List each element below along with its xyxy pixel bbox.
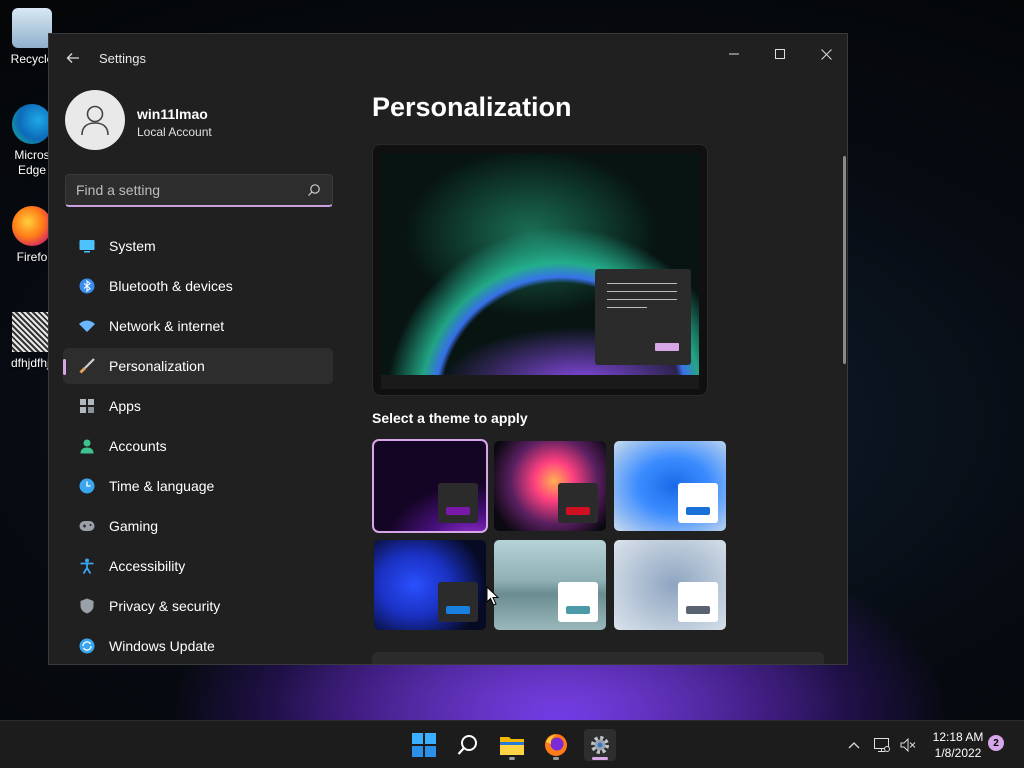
brush-icon (79, 358, 95, 374)
minimize-button[interactable] (711, 38, 757, 70)
taskbar-clock[interactable]: 12:18 AM 1/8/2022 (932, 729, 984, 761)
sidebar-item-label: Gaming (109, 518, 159, 534)
firefox-icon (545, 734, 567, 756)
network-tray-button[interactable] (874, 737, 890, 753)
gamepad-icon (79, 521, 95, 531)
sidebar-item-gaming[interactable]: Gaming (63, 508, 333, 544)
sidebar-item-label: Windows Update (109, 638, 215, 654)
theme-preview (372, 144, 708, 396)
theme-tile-bloom-light[interactable] (614, 441, 726, 531)
taskbar-settings[interactable] (584, 729, 616, 761)
sidebar-item-label: Network & internet (109, 318, 225, 334)
theme-color-chip (558, 582, 598, 622)
theme-color-chip (438, 582, 478, 622)
person-icon (80, 439, 94, 454)
sidebar-item-label: Bluetooth & devices (109, 278, 233, 294)
theme-color-chip (678, 483, 718, 523)
avatar (65, 90, 125, 150)
sidebar-item-accounts[interactable]: Accounts (63, 428, 333, 464)
back-arrow-icon (66, 53, 79, 63)
preview-accent-button (655, 343, 679, 351)
maximize-icon (775, 49, 785, 59)
page-title: Personalization (372, 92, 572, 122)
window-title: Settings (99, 51, 146, 66)
preview-taskbar (381, 375, 699, 389)
chevron-up-icon (848, 742, 860, 749)
search-icon (308, 184, 320, 196)
back-button[interactable] (61, 46, 85, 70)
sidebar-item-label: Accounts (109, 438, 167, 454)
person-avatar-icon (81, 105, 109, 136)
settings-gear-icon (591, 736, 609, 754)
sidebar-nav: System Bluetooth & devices Network & int… (63, 228, 333, 664)
sidebar-item-label: Apps (109, 398, 141, 414)
sidebar-item-label: Privacy & security (109, 598, 221, 614)
preview-window (595, 269, 691, 365)
sidebar-item-label: System (109, 238, 156, 254)
sidebar-item-windows-update[interactable]: Windows Update (63, 628, 333, 664)
search-icon (457, 735, 477, 755)
search-input[interactable] (65, 174, 333, 207)
sidebar-item-network[interactable]: Network & internet (63, 308, 333, 344)
start-button[interactable] (408, 729, 440, 761)
user-profile[interactable]: win11lmao Local Account (65, 90, 335, 154)
settings-window: Settings win11lmao Local Account System … (48, 33, 848, 665)
theme-tile-glow-dark[interactable] (372, 439, 488, 533)
taskbar: 12:18 AM 1/8/2022 (0, 720, 1024, 768)
notification-badge[interactable]: 2 (988, 735, 1004, 751)
network-icon (874, 738, 890, 752)
theme-grid (372, 439, 732, 631)
theme-tile-sculpture[interactable] (614, 540, 726, 630)
clock-time: 12:18 AM (932, 730, 984, 744)
image-file-icon (12, 312, 52, 352)
sidebar-item-label: Personalization (109, 358, 205, 374)
theme-tile-lake[interactable] (494, 540, 606, 630)
minimize-icon (729, 53, 739, 55)
theme-color-chip (438, 483, 478, 523)
theme-color-chip (678, 582, 718, 622)
mouse-cursor-icon (486, 586, 500, 606)
sidebar-item-accessibility[interactable]: Accessibility (63, 548, 333, 584)
recycle-bin-icon (12, 8, 52, 48)
start-icon (412, 733, 436, 757)
accessibility-icon (80, 558, 94, 574)
sidebar-item-label: Time & language (109, 478, 215, 494)
wifi-icon (79, 320, 95, 332)
scrollbar[interactable] (843, 156, 846, 364)
close-icon (820, 48, 832, 60)
profile-account-type: Local Account (137, 125, 212, 139)
title-bar: Settings (49, 34, 847, 82)
clock-date: 1/8/2022 (934, 746, 982, 760)
profile-name: win11lmao (137, 106, 208, 122)
theme-tile-bloom-dark[interactable] (374, 540, 486, 630)
sidebar-item-system[interactable]: System (63, 228, 333, 264)
theme-tile-flower[interactable] (494, 441, 606, 531)
sidebar-item-privacy-security[interactable]: Privacy & security (63, 588, 333, 624)
file-explorer-icon (500, 737, 524, 755)
section-label: Select a theme to apply (372, 410, 528, 426)
shield-icon (80, 598, 94, 614)
close-button[interactable] (803, 38, 847, 70)
sidebar-item-bluetooth[interactable]: Bluetooth & devices (63, 268, 333, 304)
volume-tray-button[interactable] (900, 737, 916, 753)
globe-clock-icon (79, 478, 95, 494)
apps-grid-icon (80, 399, 94, 413)
taskbar-search-button[interactable] (452, 729, 484, 761)
maximize-button[interactable] (757, 38, 803, 70)
settings-card[interactable] (372, 652, 824, 664)
sidebar-item-personalization[interactable]: Personalization (63, 348, 333, 384)
show-hidden-icons-button[interactable] (846, 737, 862, 753)
monitor-icon (79, 240, 95, 253)
taskbar-firefox[interactable] (540, 729, 572, 761)
volume-muted-icon (900, 738, 916, 752)
theme-color-chip (558, 483, 598, 523)
firefox-icon (12, 206, 52, 246)
sync-icon (79, 638, 95, 654)
edge-icon (12, 104, 52, 144)
sidebar-item-apps[interactable]: Apps (63, 388, 333, 424)
bluetooth-icon (79, 278, 95, 294)
taskbar-file-explorer[interactable] (496, 729, 528, 761)
sidebar-item-time-language[interactable]: Time & language (63, 468, 333, 504)
sidebar-item-label: Accessibility (109, 558, 186, 574)
